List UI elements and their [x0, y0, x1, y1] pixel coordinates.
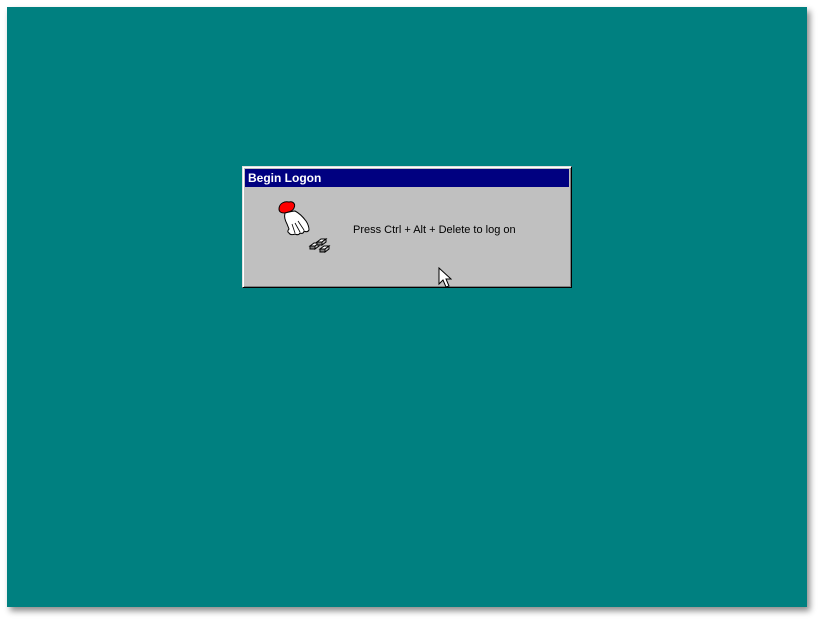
- desktop: Begin Logon Press Ctrl + Alt + Delete to…: [7, 7, 807, 607]
- hand-pressing-keys-icon: [278, 201, 331, 253]
- logon-instruction-text: Press Ctrl + Alt + Delete to log on: [353, 224, 516, 236]
- dialog-title-bar: Begin Logon: [245, 169, 569, 187]
- arrow-cursor-icon: [438, 267, 452, 288]
- begin-logon-dialog: Begin Logon Press Ctrl + Alt + Delete to…: [242, 166, 572, 288]
